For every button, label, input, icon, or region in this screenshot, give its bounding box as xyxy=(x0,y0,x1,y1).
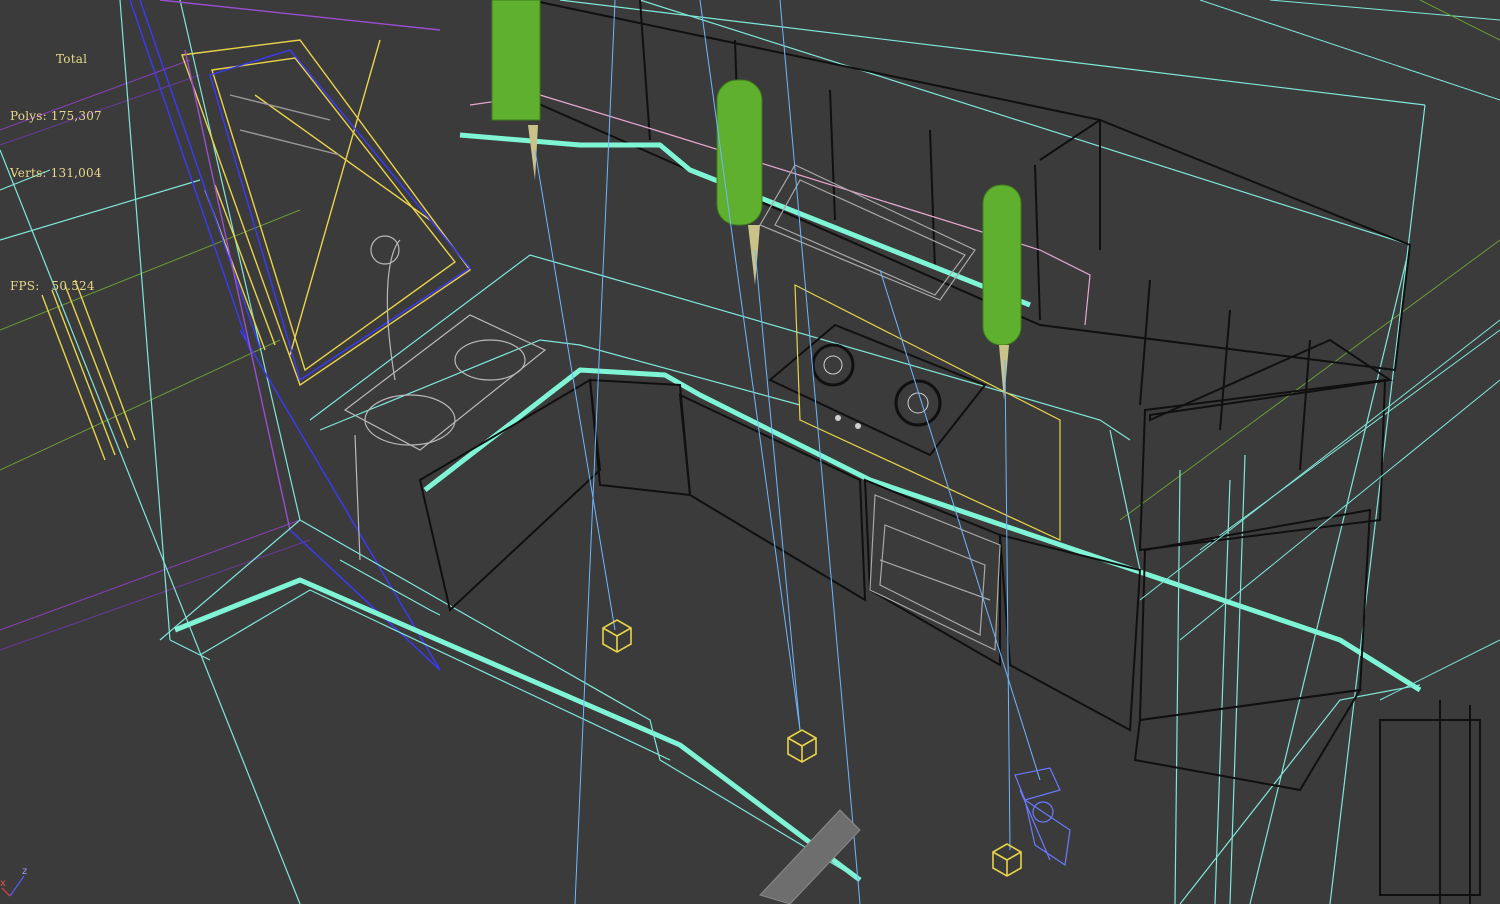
verts-value: 131,004 xyxy=(50,166,102,180)
polys-label: Polys: xyxy=(10,109,47,123)
viewport-statistics: Total Polys: 175,307 Verts: 131,004 FPS:… xyxy=(10,12,102,334)
shelf-rails xyxy=(174,132,1422,882)
range-hood xyxy=(759,164,976,301)
camera-icon xyxy=(1014,767,1071,867)
wireframe-viewport[interactable]: Total Polys: 175,307 Verts: 131,004 FPS:… xyxy=(0,0,1500,904)
upper-cabinets xyxy=(529,0,1412,471)
kitchen-wireframe-scene[interactable] xyxy=(0,0,1500,904)
window-frame xyxy=(129,0,472,671)
axis-tripod-icon xyxy=(1,875,25,897)
axis-tripod: z x xyxy=(0,866,40,904)
verts-row: Verts: 131,004 xyxy=(10,164,102,183)
right-diagonal-lines xyxy=(1139,319,1500,701)
fps-value: 50.524 xyxy=(51,279,95,293)
floor-beam xyxy=(759,809,861,904)
target-cube-icon xyxy=(602,619,1022,877)
polys-row: Polys: 175,307 xyxy=(10,107,102,126)
stats-spacer xyxy=(10,221,102,239)
light-fixture-icon xyxy=(491,0,1022,400)
stats-title: Total xyxy=(56,52,88,66)
axis-x-label: x xyxy=(0,878,6,889)
verts-label: Verts: xyxy=(10,166,47,180)
fps-row: FPS: 50.524 xyxy=(10,277,102,296)
polys-value: 175,307 xyxy=(50,109,102,123)
axis-z-label: z xyxy=(22,866,28,877)
fps-label: FPS: xyxy=(10,279,40,293)
left-door-frame xyxy=(41,39,471,461)
